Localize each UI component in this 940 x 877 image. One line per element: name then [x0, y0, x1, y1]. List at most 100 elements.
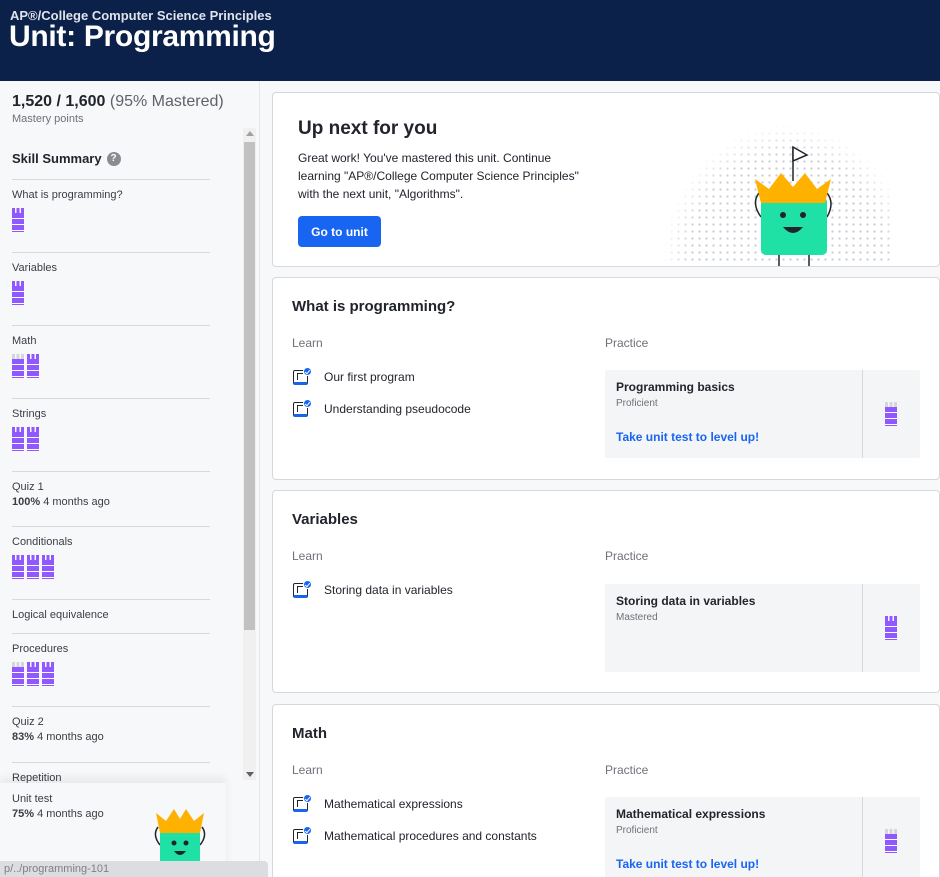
- go-to-unit-button[interactable]: Go to unit: [298, 216, 381, 247]
- practice-title: Storing data in variables: [616, 594, 756, 608]
- section-title[interactable]: What is programming?: [292, 298, 455, 315]
- sidebar-item-quiz-2[interactable]: Quiz 2 83% 4 months ago: [12, 706, 210, 743]
- sidebar-item-math[interactable]: Math: [12, 325, 210, 378]
- mastery-level-icon: [885, 616, 897, 640]
- unit-test-link[interactable]: Take unit test to level up!: [616, 857, 759, 871]
- scrollbar-thumb[interactable]: [244, 142, 255, 630]
- quiz-score: 100%: [12, 496, 41, 508]
- lesson-title: Mathematical expressions: [324, 796, 463, 811]
- unit-section-math: Math Learn Practice Mathematical express…: [272, 704, 940, 877]
- lesson-title: Our first program: [324, 369, 415, 384]
- up-next-description: Great work! You've mastered this unit. C…: [298, 151, 579, 201]
- practice-status: Proficient: [616, 825, 658, 836]
- lesson-link[interactable]: Our first program: [292, 367, 415, 386]
- quiz-result: 83% 4 months ago: [12, 731, 210, 743]
- section-title[interactable]: Math: [292, 725, 327, 742]
- unit-section-what-is-programming: What is programming? Learn Practice Our …: [272, 277, 940, 480]
- practice-card[interactable]: Programming basics Proficient Take unit …: [605, 370, 920, 458]
- video-completed-icon: [292, 367, 312, 386]
- practice-title: Programming basics: [616, 380, 735, 394]
- learn-label: Learn: [292, 336, 323, 350]
- sidebar-item-logical-equivalence[interactable]: Logical equivalence: [12, 599, 210, 621]
- up-next-title: Up next for you: [298, 118, 438, 139]
- unit-test-label: Unit test: [12, 793, 53, 805]
- sidebar-item-strings[interactable]: Strings: [12, 398, 210, 451]
- mastery-bars: [12, 208, 210, 232]
- skill-label: Math: [12, 335, 37, 347]
- mastery-bars: [12, 662, 210, 686]
- lesson-title: Mathematical procedures and constants: [324, 828, 537, 843]
- quiz-result: 100% 4 months ago: [12, 496, 210, 508]
- sidebar-item-procedures[interactable]: Procedures: [12, 633, 210, 686]
- quiz-score: 83%: [12, 731, 35, 743]
- mastery-bar-icon: [27, 555, 39, 579]
- skill-summary-heading: Skill Summary ?: [12, 151, 121, 166]
- scroll-up-icon[interactable]: [246, 131, 254, 136]
- mastery-bar-icon: [27, 427, 39, 451]
- mastery-bar-icon: [12, 555, 24, 579]
- sidebar-item-quiz-1[interactable]: Quiz 1 100% 4 months ago: [12, 471, 210, 508]
- practice-status: Mastered: [616, 612, 658, 623]
- scroll-down-icon[interactable]: [246, 772, 254, 777]
- unit-test-score: 75%: [12, 808, 35, 820]
- lesson-link[interactable]: Understanding pseudocode: [292, 399, 471, 418]
- divider: [862, 370, 863, 458]
- mastery-level-icon: [885, 402, 897, 426]
- help-icon[interactable]: ?: [106, 151, 121, 166]
- practice-status: Proficient: [616, 398, 658, 409]
- quiz-time: 4 months ago: [37, 731, 104, 743]
- sidebar-item-variables[interactable]: Variables: [12, 252, 210, 305]
- practice-title: Mathematical expressions: [616, 807, 766, 821]
- mastery-bar-icon: [12, 354, 24, 378]
- lesson-title: Understanding pseudocode: [324, 401, 471, 416]
- practice-card[interactable]: Storing data in variables Mastered: [605, 584, 920, 672]
- mastery-bar-icon: [12, 427, 24, 451]
- mastery-bar-icon: [42, 662, 54, 686]
- mastery-bars: [12, 354, 210, 378]
- practice-label: Practice: [605, 763, 649, 777]
- unit-test-time: 4 months ago: [37, 808, 104, 820]
- quiz-time: 4 months ago: [43, 496, 110, 508]
- unit-test-result: 75% 4 months ago: [12, 808, 104, 820]
- practice-label: Practice: [605, 336, 649, 350]
- unit-header: AP®/College Computer Science Principles …: [0, 0, 940, 81]
- video-completed-icon: [292, 580, 312, 599]
- skill-summary-label: Skill Summary: [12, 151, 102, 166]
- skill-label: Procedures: [12, 643, 69, 655]
- video-completed-icon: [292, 794, 312, 813]
- mastery-bar-icon: [12, 662, 24, 686]
- mastery-caption: Mastery points: [12, 113, 84, 125]
- page-title: Unit: Programming: [9, 20, 276, 53]
- video-completed-icon: [292, 826, 312, 845]
- sidebar-item-conditionals[interactable]: Conditionals: [12, 526, 210, 579]
- up-next-card: Up next for you Great work! You've maste…: [272, 92, 940, 267]
- practice-label: Practice: [605, 549, 649, 563]
- skill-label: Variables: [12, 262, 58, 274]
- sidebar-item-what-is-programming[interactable]: What is programming?: [12, 179, 210, 232]
- mastery-bars: [12, 281, 210, 305]
- mastery-bar-icon: [27, 354, 39, 378]
- video-completed-icon: [292, 399, 312, 418]
- sidebar-item-repetition[interactable]: Repetition: [12, 762, 210, 784]
- lesson-link[interactable]: Mathematical procedures and constants: [292, 826, 537, 845]
- unit-test-link[interactable]: Take unit test to level up!: [616, 430, 759, 444]
- practice-card[interactable]: Mathematical expressions Proficient Take…: [605, 797, 920, 877]
- mastery-bar-icon: [12, 281, 24, 305]
- mastery-percent: (95% Mastered): [109, 93, 224, 110]
- status-url: p/../programming-101: [0, 861, 268, 877]
- sidebar-scrollbar[interactable]: [243, 128, 256, 780]
- learn-label: Learn: [292, 763, 323, 777]
- skill-label: Quiz 2: [12, 716, 44, 728]
- lesson-link[interactable]: Storing data in variables: [292, 580, 453, 599]
- mastery-bar-icon: [27, 662, 39, 686]
- mastery-bar-icon: [12, 208, 24, 232]
- divider: [862, 797, 863, 877]
- mastery-summary: 1,520 / 1,600 (95% Mastered) Mastery poi…: [12, 93, 224, 125]
- skill-label: What is programming?: [12, 189, 123, 201]
- skill-label: Strings: [12, 408, 47, 420]
- lesson-link[interactable]: Mathematical expressions: [292, 794, 463, 813]
- skill-label: Quiz 1: [12, 481, 44, 493]
- lesson-title: Storing data in variables: [324, 582, 453, 597]
- section-title[interactable]: Variables: [292, 511, 358, 528]
- mastery-points: 1,520 / 1,600: [12, 93, 106, 110]
